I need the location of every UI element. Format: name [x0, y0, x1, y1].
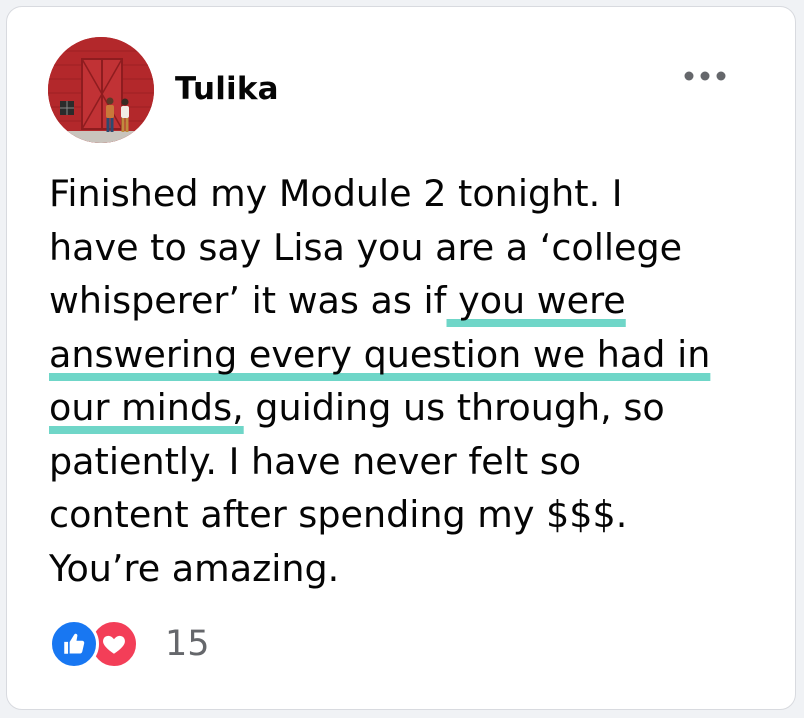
post-line: our minds, guiding us through, so — [49, 386, 665, 429]
highlighted-text: our minds, — [49, 386, 244, 429]
reactions-summary[interactable]: 15 — [49, 619, 210, 669]
post-text: Finished my Module 2 tonight. I have to … — [49, 167, 769, 595]
post-card: Tulika Finished my Module 2 tonight. I h… — [6, 6, 796, 710]
post-line: patiently. I have never felt so — [49, 439, 582, 483]
author-name[interactable]: Tulika — [175, 71, 279, 107]
like-icon — [49, 619, 99, 669]
post-line: content after spending my $$$. — [49, 493, 628, 536]
post-line: answering every question we had in — [49, 328, 769, 382]
highlighted-text: answering every question we had in — [49, 332, 711, 376]
avatar[interactable] — [48, 37, 154, 143]
post-line: have to say Lisa you are a ‘college — [49, 225, 683, 269]
post-line: whisperer’ it was as if you were — [49, 279, 626, 322]
more-options-button[interactable] — [675, 59, 735, 93]
post-line: Finished my Module 2 tonight. I — [49, 172, 623, 215]
avatar-photo — [48, 37, 154, 143]
post-line: You’re amazing. — [49, 546, 340, 590]
highlighted-text: you were — [446, 279, 626, 322]
reaction-count: 15 — [165, 624, 210, 664]
more-horizontal-icon — [684, 71, 726, 81]
